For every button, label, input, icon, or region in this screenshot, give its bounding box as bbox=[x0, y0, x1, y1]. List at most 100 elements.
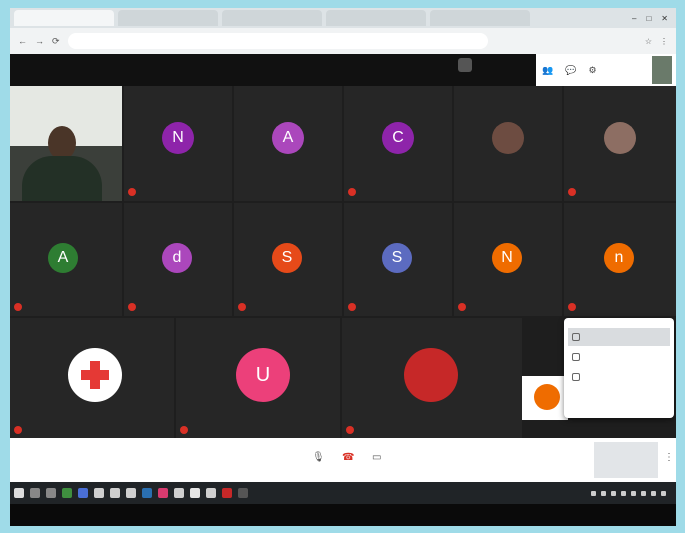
mic-off-icon bbox=[458, 303, 466, 311]
browser-tab[interactable] bbox=[326, 10, 426, 26]
app-icon[interactable] bbox=[206, 488, 216, 498]
presenter-icon bbox=[458, 58, 472, 72]
avatar: U bbox=[236, 348, 290, 402]
participant-tile[interactable] bbox=[454, 86, 562, 201]
close-icon[interactable]: ✕ bbox=[661, 14, 668, 23]
task-view-icon[interactable] bbox=[46, 488, 56, 498]
browser-tab[interactable] bbox=[430, 10, 530, 26]
mic-off-icon bbox=[346, 426, 354, 434]
notification-icon[interactable] bbox=[661, 490, 666, 496]
app-icon[interactable] bbox=[222, 488, 232, 498]
search-icon[interactable] bbox=[30, 488, 40, 498]
app-icon[interactable] bbox=[78, 488, 88, 498]
option-icon bbox=[572, 373, 580, 381]
avatar: S bbox=[272, 243, 302, 273]
layout-popup-menu bbox=[564, 318, 674, 418]
url-field[interactable] bbox=[67, 33, 488, 49]
participant-tile[interactable] bbox=[564, 86, 676, 201]
browser-tab[interactable] bbox=[14, 10, 114, 26]
app-icon[interactable] bbox=[94, 488, 104, 498]
chat-icon[interactable]: 💬 bbox=[565, 65, 576, 76]
back-icon[interactable]: ← bbox=[18, 36, 27, 46]
avatar bbox=[534, 384, 560, 410]
tray-icon[interactable] bbox=[601, 490, 606, 496]
microphone-icon[interactable]: 🎙 bbox=[312, 452, 325, 463]
app-icon[interactable] bbox=[62, 488, 72, 498]
browser-tab[interactable] bbox=[222, 10, 322, 26]
minimize-icon[interactable]: – bbox=[632, 14, 636, 23]
participant-name bbox=[568, 303, 576, 311]
people-icon[interactable]: 👥 bbox=[542, 65, 553, 76]
floating-participant-tile[interactable] bbox=[522, 376, 568, 420]
participant-tile[interactable] bbox=[342, 318, 522, 438]
screen-bezel bbox=[10, 504, 676, 526]
browser-tab-bar: – □ ✕ bbox=[10, 8, 676, 28]
meet-top-bar: 👥 💬 ⚙ bbox=[10, 54, 676, 86]
browser-menu-icon[interactable]: ⋮ bbox=[660, 37, 668, 46]
app-icon[interactable] bbox=[238, 488, 248, 498]
red-cross-avatar bbox=[68, 348, 122, 402]
participant-tile[interactable]: S bbox=[234, 203, 342, 316]
option-icon bbox=[572, 333, 580, 341]
tray-icon[interactable] bbox=[641, 490, 646, 496]
app-icon[interactable] bbox=[126, 488, 136, 498]
app-icon[interactable] bbox=[174, 488, 184, 498]
present-now-button[interactable] bbox=[594, 442, 658, 478]
mic-icon bbox=[238, 188, 246, 196]
self-view-thumbnail[interactable] bbox=[652, 56, 672, 84]
avatar-photo bbox=[492, 122, 524, 154]
participant-tile[interactable]: n bbox=[564, 203, 676, 316]
mic-off-icon bbox=[568, 303, 576, 311]
forward-icon[interactable]: → bbox=[35, 36, 44, 46]
tray-icon[interactable] bbox=[631, 490, 636, 496]
camera-icon[interactable]: ▭ bbox=[372, 452, 381, 463]
tray-icon[interactable] bbox=[591, 490, 596, 496]
star-icon[interactable]: ☆ bbox=[645, 37, 652, 46]
avatar: A bbox=[272, 122, 304, 154]
presenter-video-tile[interactable] bbox=[10, 86, 122, 201]
participant-name bbox=[14, 426, 22, 434]
participant-tile[interactable]: S bbox=[344, 203, 452, 316]
avatar: C bbox=[382, 122, 414, 154]
tray-icon[interactable] bbox=[611, 490, 616, 496]
browser-tab[interactable] bbox=[118, 10, 218, 26]
participant-tile[interactable]: U bbox=[176, 318, 340, 438]
participant-name bbox=[346, 426, 354, 434]
participant-tile[interactable]: d bbox=[124, 203, 232, 316]
more-options-icon[interactable]: ⋮ bbox=[664, 452, 674, 463]
participant-tile[interactable] bbox=[10, 318, 174, 438]
os-taskbar bbox=[10, 482, 676, 504]
participant-name bbox=[14, 303, 22, 311]
maximize-icon[interactable]: □ bbox=[646, 14, 651, 23]
app-icon[interactable] bbox=[110, 488, 120, 498]
mic-off-icon bbox=[128, 188, 136, 196]
address-bar: ← → ⟳ ☆ ⋮ bbox=[10, 28, 676, 54]
participant-tile[interactable]: N bbox=[124, 86, 232, 201]
participant-tile[interactable]: A bbox=[10, 203, 122, 316]
mic-off-icon bbox=[568, 188, 576, 196]
participant-name bbox=[128, 188, 136, 196]
participant-tile[interactable]: N bbox=[454, 203, 562, 316]
participant-name bbox=[458, 303, 466, 311]
popup-item[interactable] bbox=[568, 328, 670, 346]
mic-off-icon bbox=[348, 303, 356, 311]
app-icon[interactable] bbox=[158, 488, 168, 498]
chrome-icon[interactable] bbox=[190, 488, 200, 498]
top-right-toolbar: 👥 💬 ⚙ bbox=[536, 54, 676, 86]
meeting-info bbox=[458, 58, 478, 72]
activities-icon[interactable]: ⚙ bbox=[588, 65, 596, 76]
mic-off-icon bbox=[14, 426, 22, 434]
screen: – □ ✕ ← → ⟳ ☆ ⋮ 👥 💬 ⚙ N A C A d S S N n … bbox=[10, 8, 676, 526]
app-icon[interactable] bbox=[142, 488, 152, 498]
hangup-icon[interactable]: ☎ bbox=[342, 452, 354, 463]
participant-tile[interactable]: A bbox=[234, 86, 342, 201]
tray-icon[interactable] bbox=[651, 490, 656, 496]
popup-item[interactable] bbox=[568, 348, 670, 366]
tray-icon[interactable] bbox=[621, 490, 626, 496]
participant-tile[interactable]: C bbox=[344, 86, 452, 201]
avatar: S bbox=[382, 243, 412, 273]
reload-icon[interactable]: ⟳ bbox=[52, 36, 60, 47]
mic-off-icon bbox=[348, 188, 356, 196]
popup-item[interactable] bbox=[568, 368, 670, 386]
start-icon[interactable] bbox=[14, 488, 24, 498]
